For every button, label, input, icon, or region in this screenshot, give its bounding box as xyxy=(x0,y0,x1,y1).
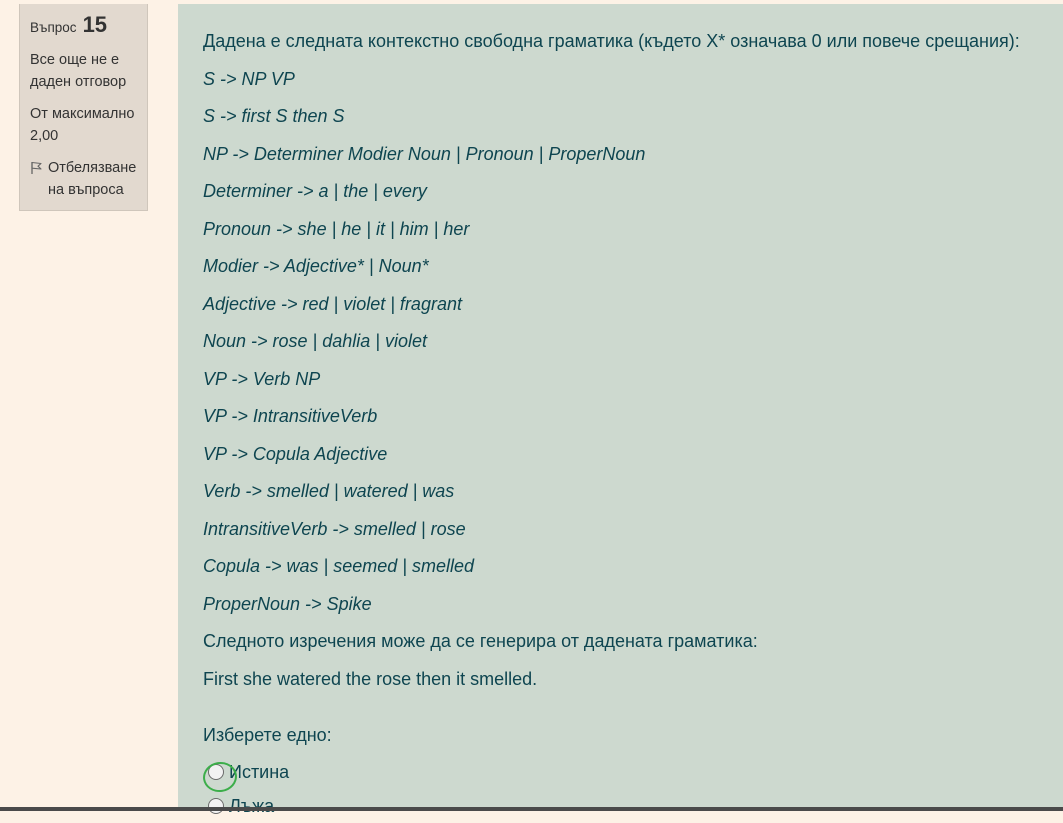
answer-option-false[interactable]: Лъжа xyxy=(203,789,1063,823)
radio-true[interactable] xyxy=(201,759,239,795)
flag-icon[interactable] xyxy=(30,160,44,174)
question-info-panel: Въпрос 15 Все още не е даден отговор От … xyxy=(19,4,148,211)
grammar-rule: Modier -> Adjective* | Noun* xyxy=(203,256,429,276)
radio-false[interactable] xyxy=(208,798,224,814)
question-label: Въпрос xyxy=(30,20,77,35)
flag-question-label[interactable]: Отбелязване на въпроса xyxy=(48,157,143,201)
grammar-rule: NP -> Determiner Modier Noun | Pronoun |… xyxy=(203,143,646,164)
grammar-rule: Determiner -> a | the | every xyxy=(203,181,427,201)
grammar-rule: S -> first S then S xyxy=(203,106,345,126)
grammar-rule: VP -> Copula Adjective xyxy=(203,443,388,464)
grammar-rule: ProperNoun -> Spike xyxy=(203,593,372,614)
answer-option-false-label[interactable]: Лъжа xyxy=(229,792,274,820)
choose-one-prompt: Изберете едно: xyxy=(203,725,332,745)
grammar-rule: Pronoun -> she | he | it | him | her xyxy=(203,218,470,239)
grammar-rule: Adjective -> red | violet | fragrant xyxy=(203,293,462,314)
question-state: Все още не е даден отговор xyxy=(30,52,127,90)
question-number: Въпрос 15 xyxy=(30,14,147,39)
grammar-rules: S -> NP VP S -> first S then S NP -> Deter… xyxy=(203,65,1063,628)
flag-question-link[interactable]: Отбелязване на въпроса xyxy=(30,157,147,201)
grammar-rule: VP -> IntransitiveVerb xyxy=(203,406,378,426)
question-grade: От максимално 2,00 xyxy=(30,106,135,144)
answer-option-true-label[interactable]: Истина xyxy=(229,758,289,786)
question-number-value: 15 xyxy=(82,12,108,37)
bottom-scroll-edge xyxy=(0,807,1063,811)
grammar-rule: Noun -> rose | dahlia | violet xyxy=(203,331,427,351)
grammar-rule: S -> NP VP xyxy=(203,68,295,89)
answer-option-true[interactable]: Истина xyxy=(201,755,1063,795)
grammar-rule: VP -> Verb NP xyxy=(203,368,321,389)
grammar-rule: IntransitiveVerb -> smelled | rose xyxy=(203,518,466,539)
grammar-rule: Copula -> was | seemed | smelled xyxy=(203,556,474,576)
statement-sentence: First she watered the rose then it smell… xyxy=(203,668,538,689)
question-intro: Дадена е следната контекстно свободна гр… xyxy=(203,31,1020,51)
grammar-rule: Verb -> smelled | watered | was xyxy=(203,481,455,501)
question-content: Дадена е следната контекстно свободна гр… xyxy=(178,4,1063,816)
statement-intro: Следното изречения може да се генерира о… xyxy=(203,631,758,651)
